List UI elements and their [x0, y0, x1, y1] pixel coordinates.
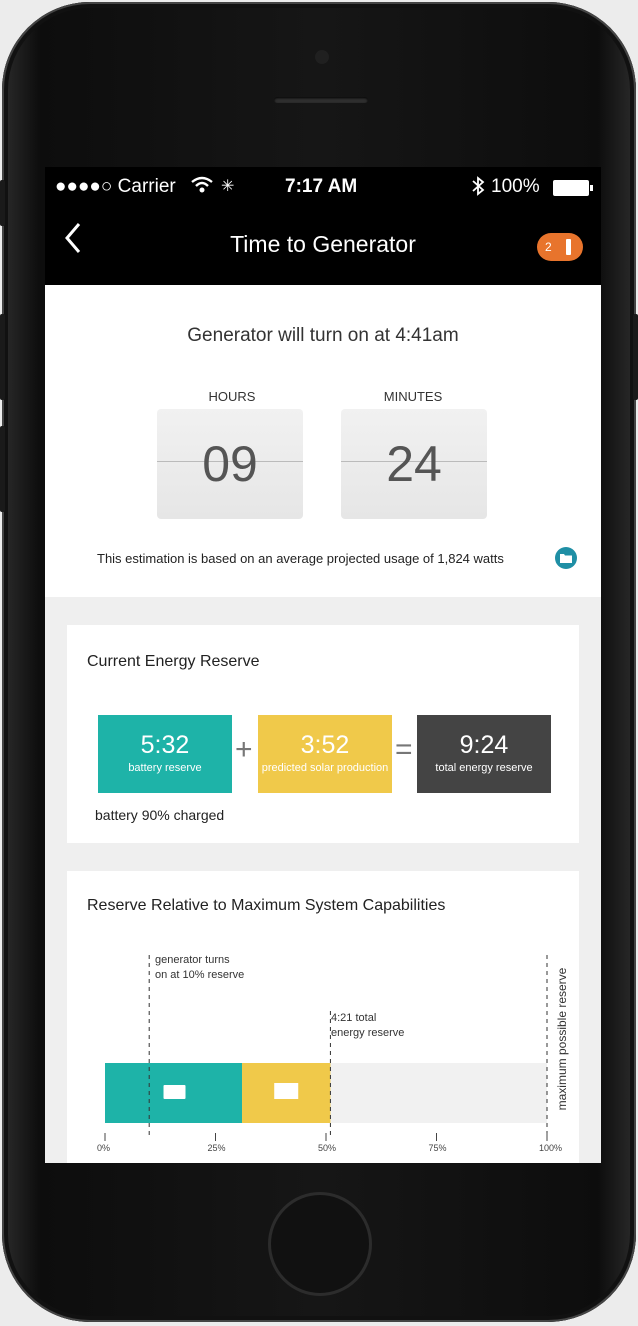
solar-production-label: predicted solar production — [261, 762, 389, 774]
alert-bar-icon — [566, 239, 571, 255]
total-reserve-tile[interactable]: 9:24 total energy reserve — [417, 715, 551, 793]
alerts-badge[interactable]: 2 — [537, 233, 583, 261]
total-reserve-annotation: 4:21 total energy reserve — [331, 1012, 405, 1039]
solar-production-tile[interactable]: 3:52 predicted solar production — [258, 715, 392, 793]
generator-headline: Generator will turn on at 4:41am — [187, 325, 459, 346]
battery-segment-icon — [163, 1085, 186, 1099]
battery-percent: 100% — [491, 176, 540, 197]
max-reserve-label: maximum possible reserve — [555, 967, 569, 1111]
tick-label: 0% — [97, 1143, 111, 1153]
minutes-flip-card: 24 — [341, 409, 487, 519]
nav-bar: Time to Generator 2 — [45, 207, 601, 285]
home-button[interactable] — [268, 1192, 372, 1296]
solar-panel-icon — [274, 1083, 299, 1099]
hours-value: 09 — [202, 436, 258, 492]
hours-label: HOURS — [208, 389, 256, 404]
battery-charged-note: battery 90% charged — [95, 807, 225, 823]
phone-frame: ●●●●○ Carrier ✳ 7:17 AM 100% Time to Gen… — [0, 2, 638, 1322]
countdown-card: Generator will turn on at 4:41am HOURS M… — [45, 285, 601, 597]
minutes-value: 24 — [386, 436, 442, 492]
status-time: 7:17 AM — [285, 176, 358, 197]
page-title: Time to Generator — [230, 231, 416, 257]
activity-spinner-icon: ✳ — [221, 178, 235, 195]
battery-icon — [553, 180, 593, 202]
plus-sign: + — [235, 733, 253, 766]
tick-label: 50% — [318, 1143, 337, 1153]
mute-switch — [0, 180, 5, 226]
alerts-count: 2 — [545, 240, 552, 254]
tick-label: 75% — [428, 1143, 447, 1153]
volume-up-button — [0, 314, 5, 400]
screen: ●●●●○ Carrier ✳ 7:17 AM 100% Time to Gen… — [45, 167, 601, 1163]
total-reserve-label: total energy reserve — [435, 762, 533, 774]
battery-reserve-label: battery reserve — [128, 762, 202, 774]
hours-flip-card: 09 — [157, 409, 303, 519]
bluetooth-icon — [471, 176, 485, 202]
minutes-label: MINUTES — [383, 389, 443, 404]
folder-icon[interactable] — [555, 547, 577, 569]
equals-sign: = — [395, 733, 413, 766]
reserve-bar-chart — [104, 955, 548, 1141]
relative-reserve-card: Reserve Relative to Maximum System Capab… — [67, 871, 579, 1163]
generator-annotation: generator turns on at 10% reserve — [155, 954, 245, 981]
battery-reserve-value: 5:32 — [140, 731, 190, 759]
camera-icon — [315, 50, 329, 64]
solar-production-value: 3:52 — [300, 731, 350, 759]
tick-label: 25% — [207, 1143, 226, 1153]
estimation-note: This estimation is based on an average p… — [97, 551, 504, 566]
battery-reserve-tile[interactable]: 5:32 battery reserve — [98, 715, 232, 793]
tick-label: 100% — [539, 1143, 563, 1153]
total-reserve-value: 9:24 — [459, 731, 509, 759]
wifi-icon — [191, 176, 213, 199]
status-bar: ●●●●○ Carrier ✳ 7:17 AM 100% — [45, 167, 601, 207]
carrier-signal: ●●●●○ Carrier — [55, 176, 176, 197]
earpiece-speaker — [274, 97, 368, 103]
energy-reserve-title: Current Energy Reserve — [87, 653, 260, 670]
energy-reserve-card: Current Energy Reserve 5:32 battery rese… — [67, 625, 579, 843]
volume-down-button — [0, 426, 5, 512]
power-button — [633, 314, 638, 400]
